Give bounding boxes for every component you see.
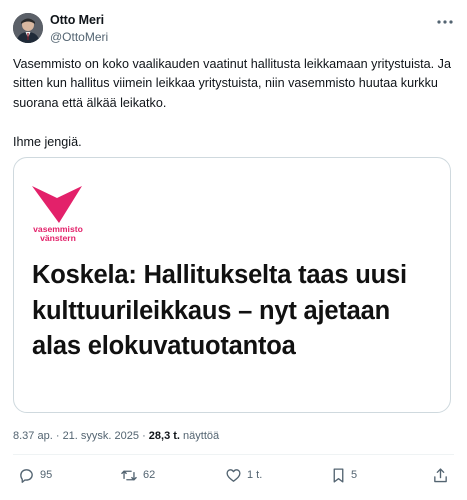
author-handle[interactable]: @OttoMeri xyxy=(50,30,108,44)
reply-icon xyxy=(18,467,35,484)
brand-logo xyxy=(32,186,82,224)
post-date[interactable]: 21. syysk. 2025 xyxy=(63,430,139,442)
meta-separator: · xyxy=(55,430,60,442)
bookmark-button[interactable]: 5 xyxy=(331,466,357,484)
card-headline: Koskela: Hallitukselta taas uusi kulttuu… xyxy=(32,261,407,360)
views-count: 28,3 t. xyxy=(148,430,180,442)
post-meta: 8.37 ap. · 21. syysk. 2025 · 28,3 t. näy… xyxy=(13,430,219,442)
divider xyxy=(13,454,454,455)
post-paragraph: Vasemmisto on koko vaalikauden vaatinut … xyxy=(13,57,451,110)
repost-count: 62 xyxy=(143,469,156,481)
brand-name: vasemmisto vänstern xyxy=(28,225,88,243)
more-icon xyxy=(437,11,453,29)
heart-icon xyxy=(225,467,242,484)
link-card[interactable]: vasemmisto vänstern Koskela: Hallituksel… xyxy=(13,157,451,413)
tweet: Otto Meri @OttoMeri Vasemmisto on koko v… xyxy=(0,0,467,500)
like-button[interactable]: 1 t. xyxy=(225,466,262,484)
like-count: 1 t. xyxy=(247,469,263,481)
share-button[interactable] xyxy=(432,466,449,484)
views-label: näyttöä xyxy=(183,430,220,442)
bookmark-icon xyxy=(331,467,346,484)
reply-button[interactable]: 95 xyxy=(18,466,52,484)
avatar[interactable] xyxy=(13,13,43,43)
post-text: Vasemmisto on koko vaalikauden vaatinut … xyxy=(13,55,453,152)
more-button[interactable] xyxy=(434,11,456,29)
brand-name-line: vänstern xyxy=(40,233,76,243)
repost-icon xyxy=(120,467,138,484)
share-icon xyxy=(432,467,449,484)
bookmark-count: 5 xyxy=(351,469,358,481)
reply-count: 95 xyxy=(40,469,53,481)
author-name[interactable]: Otto Meri xyxy=(50,13,104,27)
post-paragraph: Ihme jengiä. xyxy=(13,134,82,149)
meta-separator: · xyxy=(142,430,146,442)
repost-button[interactable]: 62 xyxy=(120,466,155,484)
post-time[interactable]: 8.37 ap. xyxy=(13,430,53,442)
